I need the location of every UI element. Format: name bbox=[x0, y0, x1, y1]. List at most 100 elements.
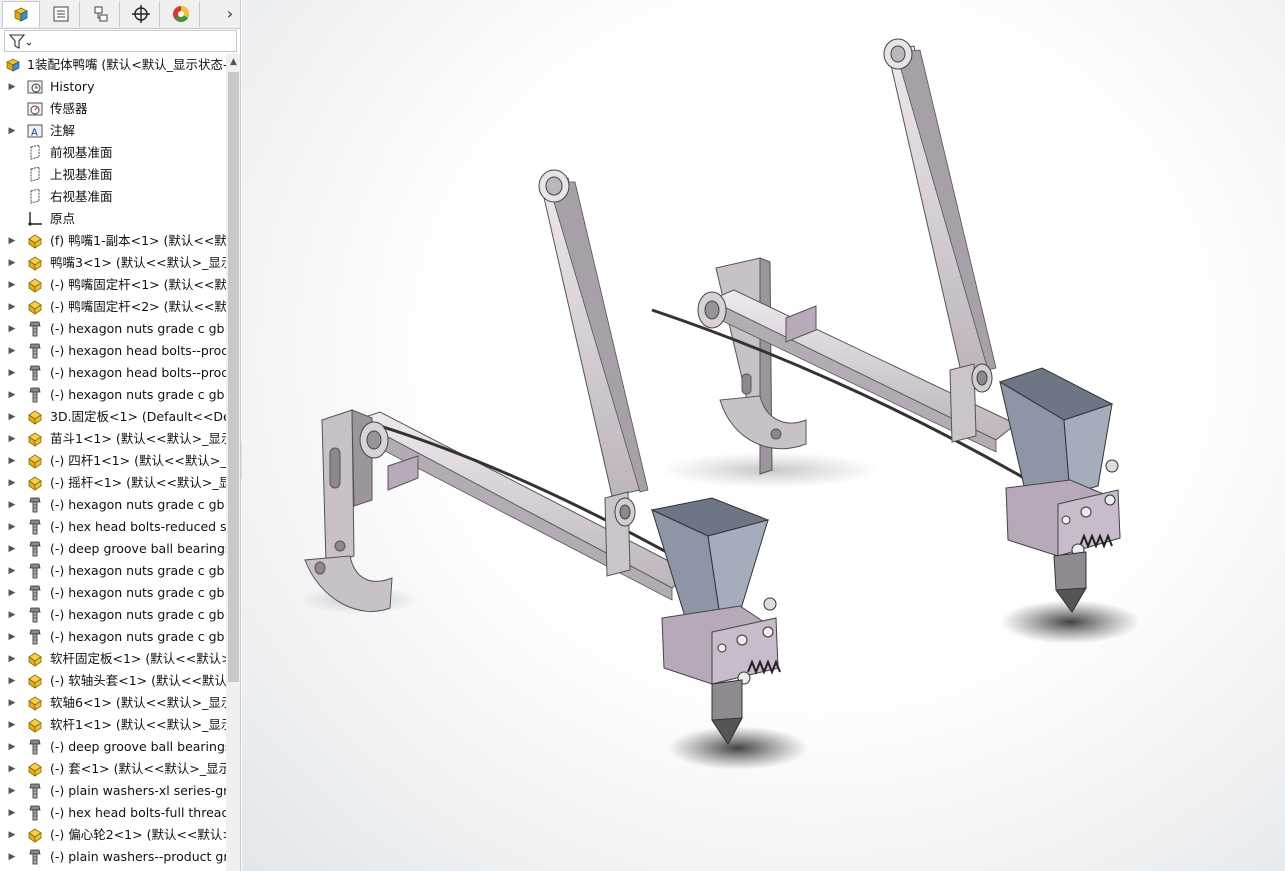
tree-scrollbar[interactable]: ▲ bbox=[226, 54, 240, 871]
expand-arrow-icon[interactable]: ▶ bbox=[7, 758, 17, 780]
expand-arrow-icon[interactable]: ▶ bbox=[7, 274, 17, 296]
expand-arrow-icon[interactable]: ▶ bbox=[7, 824, 17, 846]
expand-arrow-icon[interactable]: ▶ bbox=[7, 340, 17, 362]
expand-arrow-icon[interactable]: ▶ bbox=[7, 428, 17, 450]
expand-arrow-icon[interactable]: ▶ bbox=[7, 384, 17, 406]
expand-arrow-icon[interactable]: ▶ bbox=[7, 692, 17, 714]
tree-item[interactable]: ▶ (-) hexagon nuts grade c gb< bbox=[0, 560, 226, 582]
expand-arrow-icon[interactable]: ▶ bbox=[7, 362, 17, 384]
tree-item[interactable]: ▶ A 注解 bbox=[0, 120, 226, 142]
expand-arrow-icon[interactable]: ▶ bbox=[7, 406, 17, 428]
tree-item[interactable]: ▶ (-) hex head bolts-reduced sh bbox=[0, 516, 226, 538]
expand-arrow-icon[interactable]: ▶ bbox=[7, 670, 17, 692]
tree-item-label: (-) hexagon nuts grade c gb< bbox=[50, 585, 226, 600]
tree-item[interactable]: 传感器 bbox=[0, 98, 226, 120]
expand-arrow-icon[interactable]: ▶ bbox=[7, 560, 17, 582]
assembly-model-render[interactable] bbox=[242, 0, 1285, 871]
expand-arrow-icon[interactable]: ▶ bbox=[7, 582, 17, 604]
tree-item[interactable]: 前视基准面 bbox=[0, 142, 226, 164]
tree-item[interactable]: ▶ History bbox=[0, 76, 226, 98]
filter-icon bbox=[8, 34, 32, 49]
expand-arrow-icon[interactable]: ▶ bbox=[7, 846, 17, 868]
expand-arrow-icon[interactable]: ▶ bbox=[7, 252, 17, 274]
display-manager-tab[interactable] bbox=[162, 1, 200, 27]
tree-item[interactable]: ▶ (-) 偏心轮2<1> (默认<<默认>_ bbox=[0, 824, 226, 846]
graphics-viewport[interactable] bbox=[242, 0, 1285, 871]
tree-item[interactable]: ▶ 鸭嘴3<1> (默认<<默认>_显示状 bbox=[0, 252, 226, 274]
tree-item[interactable]: ▶ (-) deep groove ball bearings bbox=[0, 538, 226, 560]
origin-icon bbox=[28, 212, 42, 226]
expand-arrow-icon[interactable]: ▶ bbox=[7, 230, 17, 252]
expand-arrow-icon[interactable]: ▶ bbox=[7, 76, 17, 98]
tree-item[interactable]: ▶ (-) deep groove ball bearings bbox=[0, 736, 226, 758]
tree-item[interactable]: ▶ (f) 鸭嘴1-副本<1> (默认<<默认 bbox=[0, 230, 226, 252]
scroll-thumb[interactable] bbox=[228, 72, 239, 682]
expand-arrow-icon[interactable]: ▶ bbox=[7, 120, 17, 142]
expand-arrow-icon[interactable]: ▶ bbox=[7, 714, 17, 736]
tree-item[interactable]: ▶ (-) hexagon nuts grade c gb< bbox=[0, 582, 226, 604]
part-icon bbox=[28, 300, 42, 315]
tree-item-label: 注解 bbox=[50, 123, 76, 138]
expand-arrow-icon[interactable]: ▶ bbox=[7, 472, 17, 494]
tree-item[interactable]: ▶ (-) hexagon nuts grade c gb< bbox=[0, 604, 226, 626]
tree-item[interactable]: ▶ 3D.固定板<1> (Default<<Defa bbox=[0, 406, 226, 428]
expand-arrow-icon[interactable]: ▶ bbox=[7, 648, 17, 670]
tree-item[interactable]: ▶ (-) 四杆1<1> (默认<<默认>_显 bbox=[0, 450, 226, 472]
expand-arrow-icon[interactable]: ▶ bbox=[7, 318, 17, 340]
tree-item[interactable]: ▶ (-) 鸭嘴固定杆<2> (默认<<默认 bbox=[0, 296, 226, 318]
dimxpert-tab[interactable] bbox=[122, 1, 160, 27]
propertymanager-tab[interactable] bbox=[42, 1, 80, 27]
tree-item[interactable]: ▶ (-) 软轴头套<1> (默认<<默认>_ bbox=[0, 670, 226, 692]
expand-arrow-icon[interactable]: ▶ bbox=[7, 736, 17, 758]
tree-item[interactable]: ▶ (-) plain washers-xl series-gra bbox=[0, 780, 226, 802]
tree-item[interactable]: ▶ (-) 摇杆<1> (默认<<默认>_显示 bbox=[0, 472, 226, 494]
tree-item[interactable]: ▶ (-) hexagon nuts grade c gb< bbox=[0, 494, 226, 516]
tree-item-label: 软杆固定板<1> (默认<<默认>_ bbox=[50, 651, 226, 666]
tree-item[interactable]: ▶ (-) hexagon nuts grade c gb< bbox=[0, 318, 226, 340]
tree-filter-input[interactable] bbox=[4, 30, 237, 52]
tree-item[interactable]: 原点 bbox=[0, 208, 226, 230]
tree-item[interactable]: ▶ (-) 鸭嘴固定杆<1> (默认<<默认 bbox=[0, 274, 226, 296]
tree-item[interactable]: 上视基准面 bbox=[0, 164, 226, 186]
featuremanager-tab[interactable] bbox=[2, 1, 40, 27]
configurationmanager-tab[interactable] bbox=[82, 1, 120, 27]
tree-item[interactable]: ▶ (-) hexagon nuts grade c gb< bbox=[0, 384, 226, 406]
expand-arrow-icon[interactable]: ▶ bbox=[7, 450, 17, 472]
expand-arrow-icon[interactable]: ▶ bbox=[7, 494, 17, 516]
expand-arrow-icon[interactable]: ▶ bbox=[7, 516, 17, 538]
tree-item[interactable]: ▶ (-) hexagon head bolts--produ bbox=[0, 340, 226, 362]
tree-item[interactable]: 右视基准面 bbox=[0, 186, 226, 208]
expand-arrow-icon[interactable]: ▶ bbox=[7, 538, 17, 560]
plane-icon bbox=[30, 167, 40, 182]
expand-arrow-icon[interactable]: ▶ bbox=[7, 626, 17, 648]
sensor-icon bbox=[27, 102, 43, 116]
expand-arrow-icon[interactable]: ▶ bbox=[7, 296, 17, 318]
part-icon bbox=[28, 278, 42, 293]
expand-arrow-icon[interactable]: ▶ bbox=[7, 780, 17, 802]
chevron-right-icon[interactable]: › bbox=[220, 4, 240, 24]
toolbox-part-icon bbox=[29, 783, 41, 799]
tree-item-label: (-) hexagon head bolts--produ bbox=[50, 365, 226, 380]
part-icon bbox=[28, 454, 42, 469]
tree-item[interactable]: ▶ (-) hexagon head bolts--produ bbox=[0, 362, 226, 384]
tree-item[interactable]: ▶ 苗斗1<1> (默认<<默认>_显示状 bbox=[0, 428, 226, 450]
scroll-up-arrow-icon[interactable]: ▲ bbox=[226, 54, 240, 70]
crosshair-icon bbox=[131, 5, 150, 23]
expand-arrow-icon[interactable]: ▶ bbox=[7, 802, 17, 824]
tree-item[interactable]: ▶ 软杆固定板<1> (默认<<默认>_ bbox=[0, 648, 226, 670]
tree-root[interactable]: 1装配体鸭嘴 (默认<默认_显示状态-1>) bbox=[0, 54, 226, 76]
feature-manager-panel: › 1装配体鸭嘴 (默认<默认_显示状态-1>) ▶ History 传感器 ▶ A 注解… bbox=[0, 0, 241, 871]
tree-item[interactable]: ▶ 软轴6<1> (默认<<默认>_显示状 bbox=[0, 692, 226, 714]
tree-item[interactable]: ▶ (-) hex head bolts-full thread g bbox=[0, 802, 226, 824]
tree-item[interactable]: ▶ (-) plain washers--product gra bbox=[0, 846, 226, 868]
tree-item-label: 前视基准面 bbox=[50, 145, 113, 160]
tree-item-label: (-) 鸭嘴固定杆<1> (默认<<默认 bbox=[50, 277, 226, 292]
tree-item[interactable]: ▶ (-) 套<1> (默认<<默认>_显示状 bbox=[0, 758, 226, 780]
tree-item-label: 软杆1<1> (默认<<默认>_显示状 bbox=[50, 717, 226, 732]
tree-item[interactable]: ▶ 软杆1<1> (默认<<默认>_显示状 bbox=[0, 714, 226, 736]
tree-item-label: (-) hexagon head bolts--produ bbox=[50, 343, 226, 358]
tree-root-label: 1装配体鸭嘴 (默认<默认_显示状态-1>) bbox=[27, 57, 226, 72]
tree-item[interactable]: ▶ (-) hexagon nuts grade c gb< bbox=[0, 626, 226, 648]
expand-arrow-icon[interactable]: ▶ bbox=[7, 604, 17, 626]
tree-item-label: (-) deep groove ball bearings bbox=[50, 541, 226, 556]
